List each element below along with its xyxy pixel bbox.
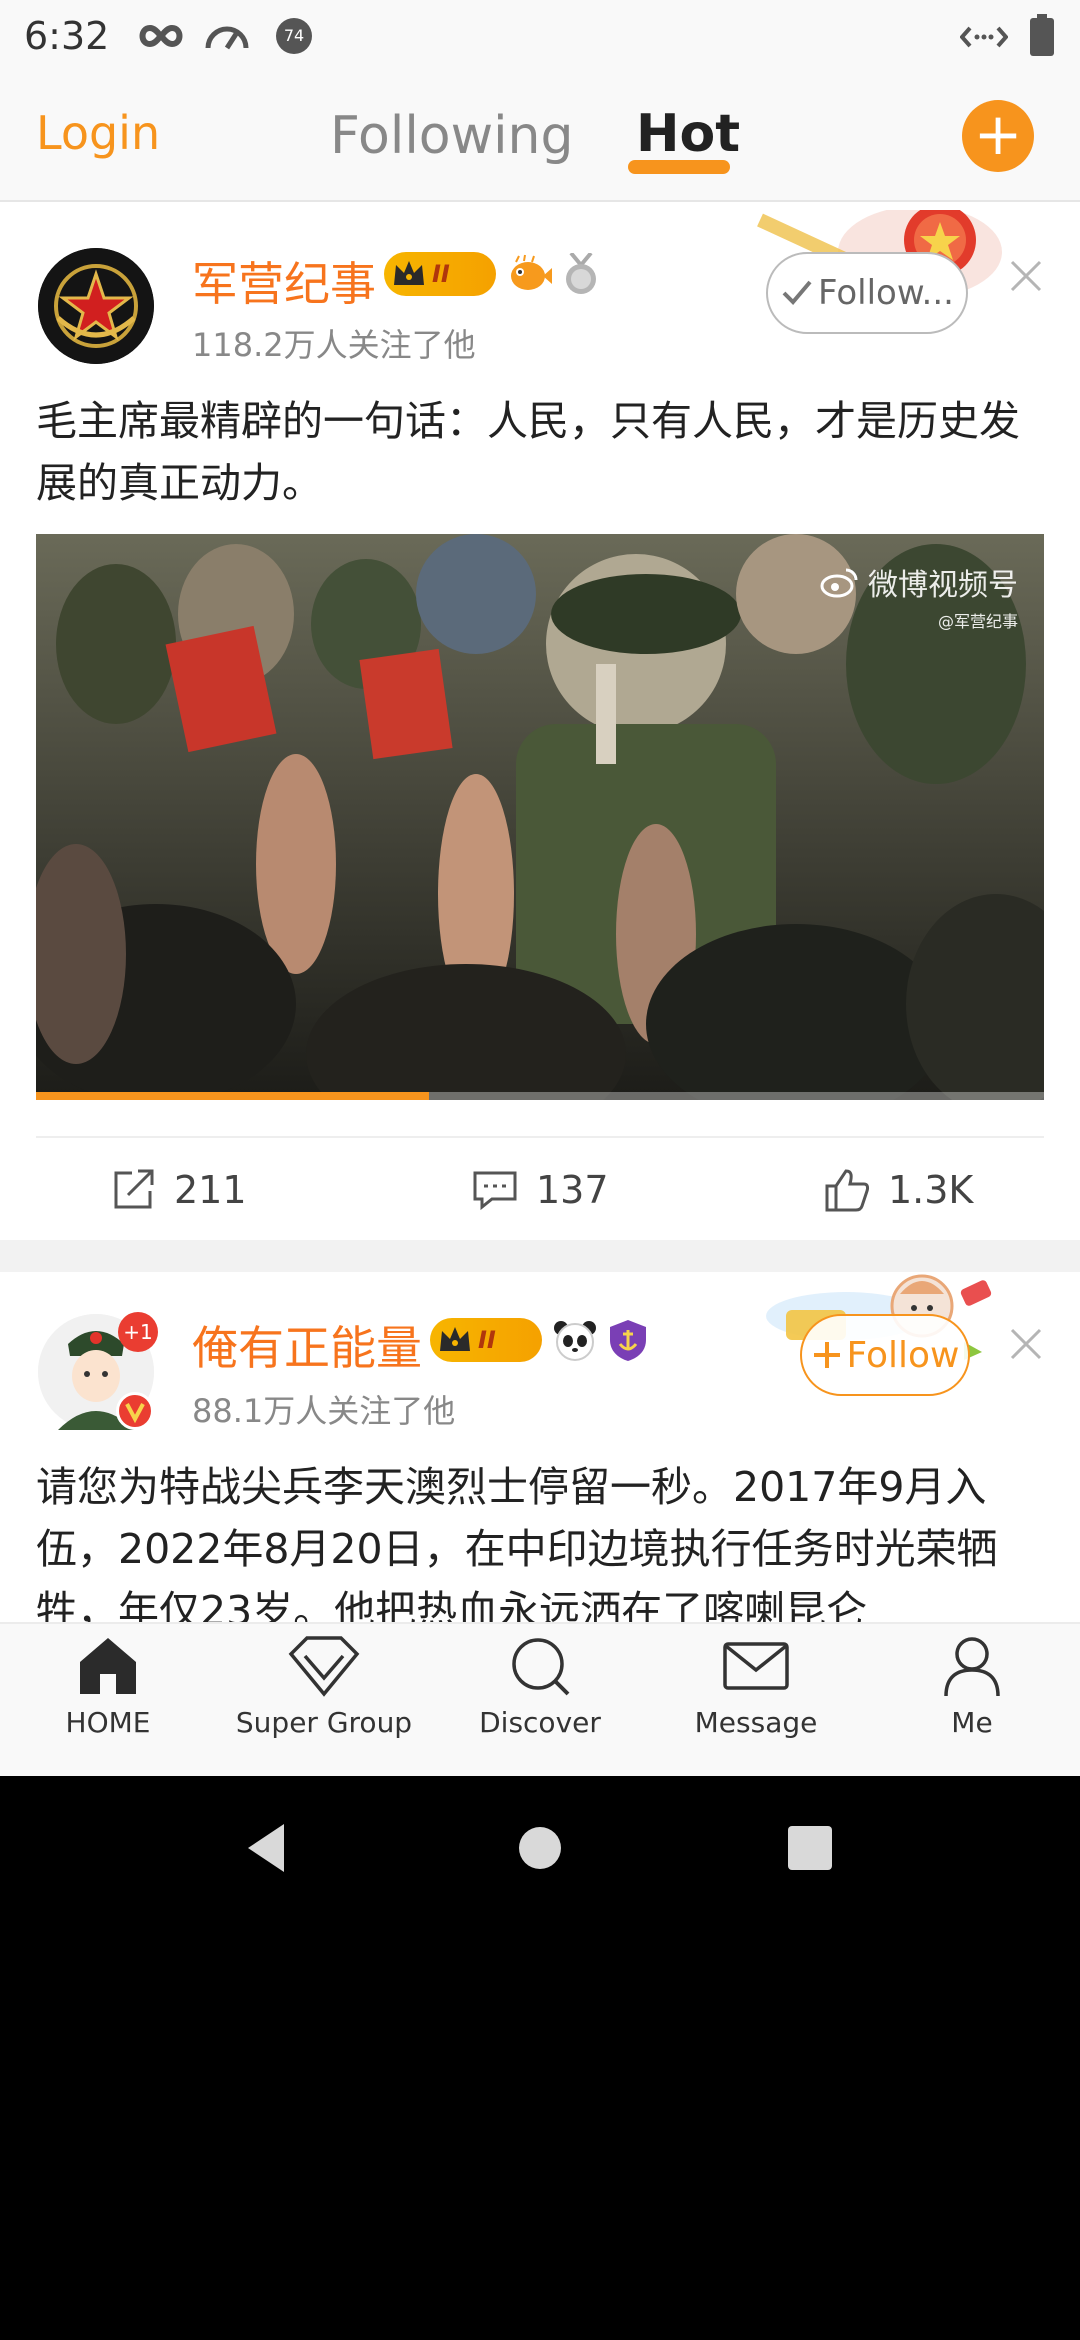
close-icon[interactable]	[1006, 1324, 1046, 1364]
card-separator	[0, 1240, 1080, 1272]
checkmark-icon	[782, 280, 812, 305]
back-icon[interactable]	[244, 1822, 288, 1874]
comment-icon	[473, 1171, 517, 1211]
login-link[interactable]: Login	[36, 106, 160, 160]
follow-label: Follow	[846, 1334, 960, 1376]
feed-post[interactable]: 军营纪事 II 118.2万人关注了他 Follow... 毛主席最精辟的一句话…	[0, 204, 1080, 1240]
tab-me-label: Me	[951, 1706, 993, 1739]
data-transfer-icon	[960, 26, 1008, 48]
share-icon	[114, 1169, 154, 1209]
battery-icon	[1030, 14, 1054, 56]
active-tab-indicator	[628, 160, 730, 174]
post-text[interactable]: 毛主席最精辟的一句话：人民，只有人民，才是历史发展的真正动力。	[36, 390, 1046, 514]
follower-count: 118.2万人关注了他	[192, 326, 476, 364]
watermark-label: 微博视频号	[868, 568, 1018, 603]
system-navigation-bar	[0, 1776, 1080, 1926]
crown-level-badge: II	[430, 1318, 542, 1362]
repost-count: 211	[174, 1168, 247, 1212]
following-button[interactable]: Follow...	[766, 252, 968, 334]
search-icon	[512, 1638, 570, 1696]
mail-icon	[723, 1642, 789, 1690]
crown-icon	[440, 1327, 470, 1351]
video-player[interactable]: 微博视频号 @军营纪事	[36, 534, 1044, 1100]
close-icon[interactable]	[1006, 256, 1046, 296]
diamond-icon	[288, 1636, 360, 1697]
user-badges: II	[430, 1318, 648, 1362]
following-label: Follow...	[818, 273, 954, 313]
level-label: II	[478, 1326, 496, 1354]
tab-me[interactable]: Me	[872, 1634, 1072, 1739]
home-icon	[80, 1638, 136, 1694]
level-label: II	[432, 260, 450, 288]
crown-icon	[394, 261, 424, 285]
post-text[interactable]: 请您为特战尖兵李天澳烈士停留一秒。2017年9月入伍，2022年8月20日，在中…	[36, 1456, 1046, 1622]
video-progress-fill	[36, 1092, 430, 1100]
status-bar: 6:32 74	[0, 0, 1080, 72]
bottom-tab-bar: HOME Super Group Discover Message Me	[0, 1622, 1080, 1776]
tab-following[interactable]: Following	[330, 106, 574, 166]
notification-badge-icon: 74	[276, 18, 312, 54]
verified-badge-icon	[116, 1392, 154, 1430]
home-circle-icon[interactable]	[518, 1826, 562, 1870]
app-screen: 6:32 74 Login Following Hot + 军营纪事 II 11…	[0, 0, 1080, 1776]
comment-count: 137	[536, 1168, 609, 1212]
pufferfish-icon	[511, 254, 552, 290]
profile-icon	[944, 1637, 1000, 1697]
like-button[interactable]: 1.3K	[824, 1168, 973, 1212]
tab-super-group-label: Super Group	[235, 1706, 413, 1739]
panda-icon	[554, 1321, 596, 1361]
plus-icon	[813, 1342, 840, 1368]
username[interactable]: 俺有正能量	[192, 1312, 422, 1378]
medal-icon	[566, 253, 596, 294]
tab-discover-label: Discover	[479, 1706, 601, 1739]
repost-button[interactable]: 211	[112, 1168, 247, 1212]
follower-count: 88.1万人关注了他	[192, 1392, 456, 1430]
tab-message-label: Message	[694, 1706, 818, 1739]
tab-discover[interactable]: Discover	[440, 1634, 640, 1739]
tab-super-group[interactable]: Super Group	[224, 1634, 424, 1739]
user-badges: II	[384, 252, 600, 296]
follow-button[interactable]: Follow	[800, 1314, 970, 1396]
like-count: 1.3K	[888, 1168, 974, 1212]
status-time: 6:32	[24, 14, 110, 58]
recent-apps-icon[interactable]	[788, 1826, 832, 1870]
avatar[interactable]: +1	[38, 1312, 158, 1430]
top-navigation: Login Following Hot +	[0, 72, 1080, 202]
video-watermark: 微博视频号 @军营纪事	[820, 560, 1018, 632]
shield-anchor-icon	[610, 1320, 646, 1361]
notification-badge: +1	[118, 1312, 158, 1352]
tab-message[interactable]: Message	[656, 1634, 856, 1739]
army-emblem-icon	[38, 248, 154, 364]
compose-button[interactable]: +	[962, 100, 1034, 172]
tab-home[interactable]: HOME	[8, 1634, 208, 1739]
thumbs-up-icon	[825, 1169, 870, 1212]
watermark-handle: @军营纪事	[937, 612, 1018, 631]
tab-home-label: HOME	[65, 1706, 151, 1739]
comment-button[interactable]: 137	[472, 1168, 609, 1212]
infinity-icon	[139, 24, 183, 48]
username[interactable]: 军营纪事	[192, 248, 376, 314]
feed-post[interactable]: +1 俺有正能量 II 88.1万人关注了他 Follow 请您为特战尖兵李天澳…	[0, 1272, 1080, 1622]
divider	[36, 1136, 1044, 1138]
weibo-logo-icon	[820, 568, 858, 598]
tab-hot[interactable]: Hot	[636, 104, 740, 164]
avatar[interactable]	[38, 248, 154, 364]
speedometer-icon	[205, 26, 249, 50]
crown-level-badge: II	[384, 252, 496, 296]
